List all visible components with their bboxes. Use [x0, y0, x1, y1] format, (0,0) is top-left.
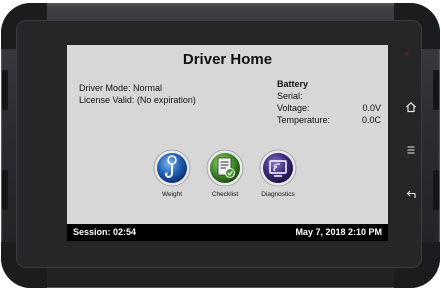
diagnostics-label: Diagnostics	[261, 191, 295, 198]
menu-icon[interactable]	[402, 141, 420, 159]
session-timer: Session: 02:54	[73, 227, 137, 237]
back-icon[interactable]	[402, 186, 420, 204]
checklist-label: Checklist	[211, 191, 239, 198]
temperature-value: 0.0C	[361, 115, 381, 125]
voltage-label: Voltage:	[277, 103, 310, 113]
serial-label: Serial:	[277, 91, 303, 101]
sensor-dot	[405, 240, 408, 243]
status-led	[405, 52, 409, 56]
voltage-value: 0.0V	[362, 103, 381, 113]
battery-serial-row: Serial:	[277, 90, 381, 102]
status-bar: Session: 02:54 May 7, 2018 2:10 PM	[67, 224, 388, 241]
driver-mode-text: Driver Mode: Normal	[79, 83, 163, 93]
temperature-label: Temperature:	[277, 115, 331, 125]
battery-voltage-row: Voltage: 0.0V	[277, 102, 381, 114]
driver-info: Driver Mode: Normal License Valid: (No e…	[79, 82, 196, 106]
date-time: May 7, 2018 2:10 PM	[295, 227, 382, 237]
battery-temperature-row: Temperature: 0.0C	[277, 114, 381, 126]
side-tab	[433, 70, 439, 110]
diagnostics-icon	[259, 149, 297, 187]
diagnostics-button[interactable]: Diagnostics	[255, 149, 301, 198]
weight-label: Weight	[161, 191, 183, 198]
side-tab	[433, 170, 439, 210]
page-title: Driver Home	[182, 51, 273, 68]
weight-scale-icon	[153, 149, 191, 187]
app-tiles: Weight Checklist Diagnostics	[149, 149, 309, 219]
license-valid-text: License Valid: (No expiration)	[79, 95, 196, 105]
checklist-icon	[206, 149, 244, 187]
battery-heading: Battery	[277, 79, 309, 89]
weight-button[interactable]: Weight	[149, 149, 195, 198]
app-screen: Driver Home Driver Mode: Normal License …	[67, 45, 388, 241]
home-icon[interactable]	[402, 98, 420, 116]
checklist-button[interactable]: Checklist	[202, 149, 248, 198]
side-tab	[2, 70, 8, 110]
battery-panel: Battery Serial: Voltage: 0.0V Temperatur…	[277, 78, 381, 126]
side-tab	[2, 170, 8, 210]
